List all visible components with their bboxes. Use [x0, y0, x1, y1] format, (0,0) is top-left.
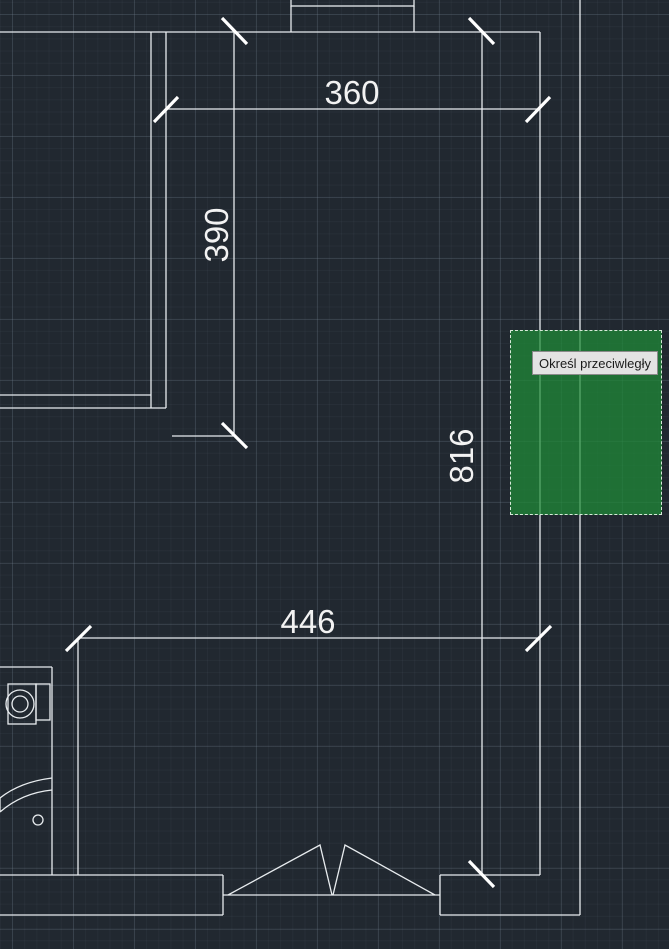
dim-top-label: 360	[324, 74, 379, 111]
cad-drawing-canvas[interactable]: 360 390 816 446 Określ przeciwległy	[0, 0, 669, 949]
dim-right-label: 816	[443, 428, 480, 483]
dim-bottom-label: 446	[280, 603, 335, 640]
toilet-tank[interactable]	[35, 683, 51, 721]
door-leaf-left[interactable]	[227, 844, 333, 896]
command-prompt-tooltip: Określ przeciwległy	[532, 351, 658, 375]
toilet-bowl-outer[interactable]	[5, 689, 35, 719]
window-top[interactable]	[290, 0, 415, 7]
dim-left-label: 390	[198, 207, 235, 262]
shower-drain[interactable]	[32, 814, 44, 826]
toilet-bowl-inner[interactable]	[11, 695, 29, 713]
shower-arc-outer[interactable]	[0, 777, 53, 799]
door-leaf-right[interactable]	[332, 844, 436, 896]
shower-arc-inner[interactable]	[0, 789, 53, 813]
